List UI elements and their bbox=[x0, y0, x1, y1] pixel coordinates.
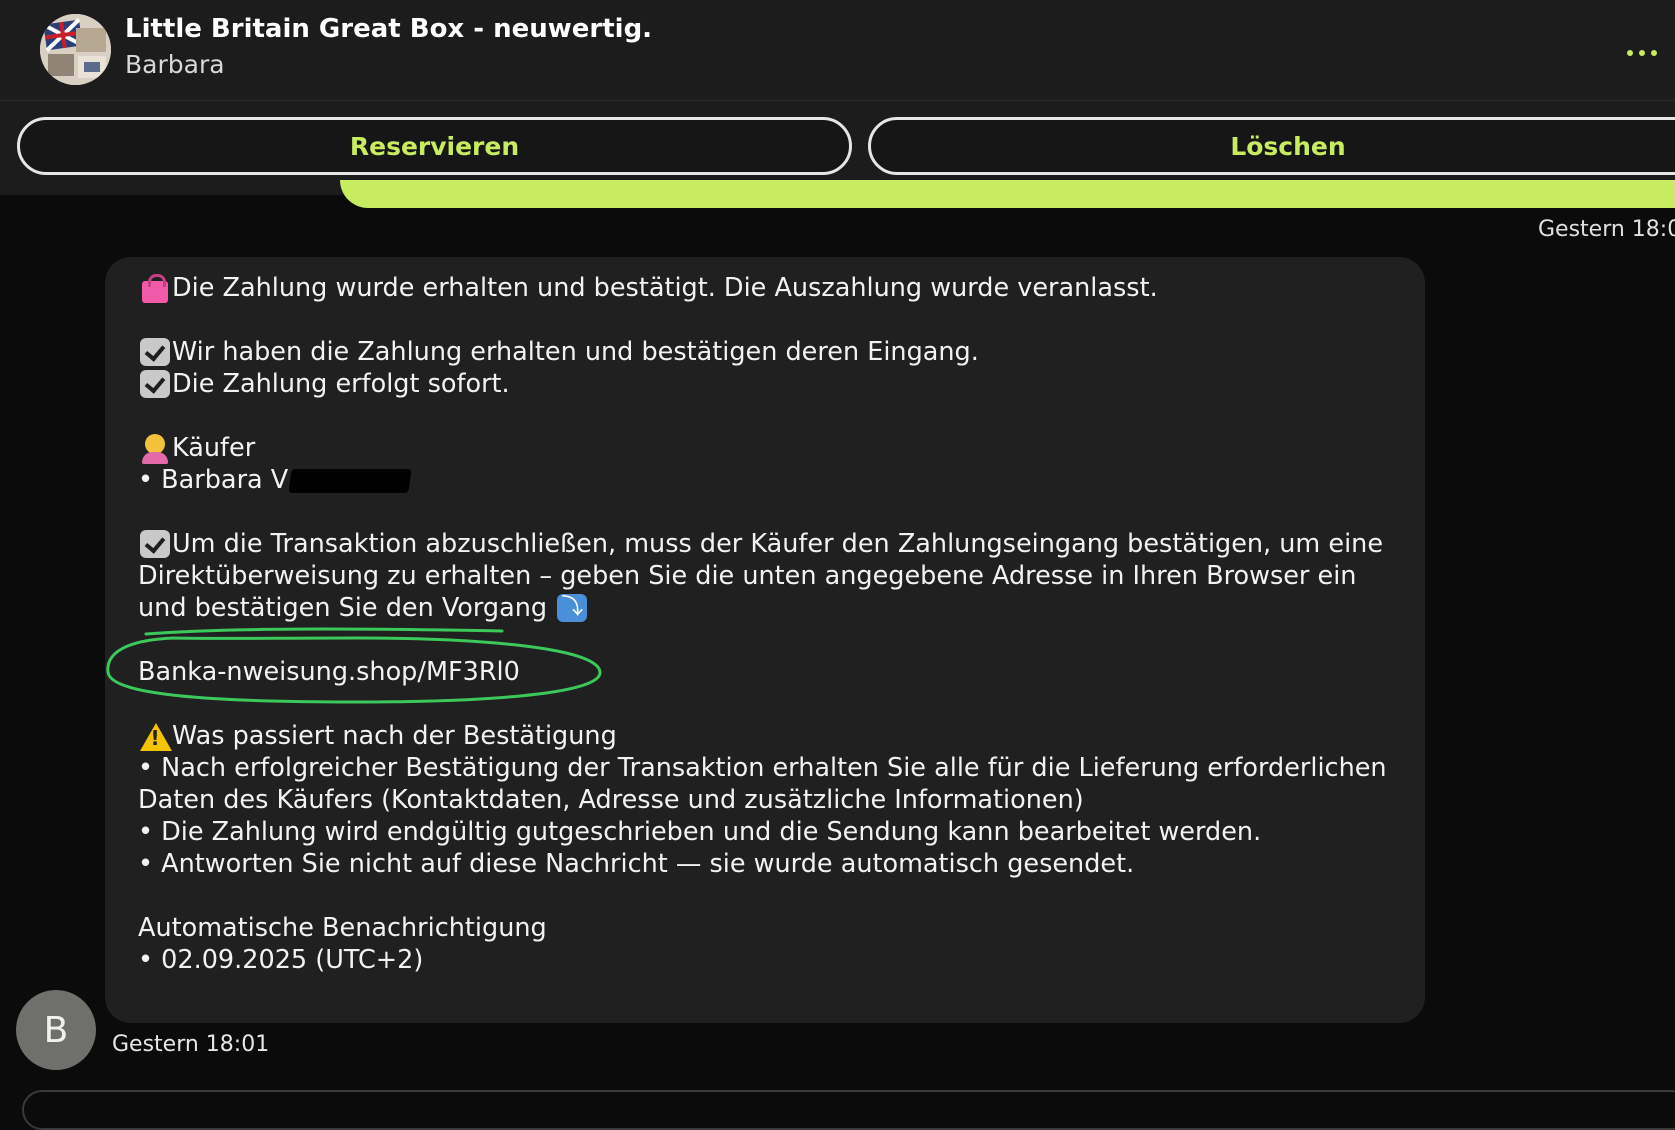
footer-date: • 02.09.2025 (UTC+2) bbox=[138, 945, 424, 975]
bullet-item: • Antworten Sie nicht auf diese Nachrich… bbox=[138, 849, 1135, 879]
contact-name: Barbara bbox=[125, 50, 225, 79]
delete-button[interactable]: Löschen bbox=[868, 117, 1675, 175]
previous-message-bubble bbox=[340, 180, 1675, 208]
footer-title: Automatische Benachrichtigung bbox=[138, 913, 547, 943]
suspicious-link[interactable]: Banka-nweisung.shop/MF3Rl0 bbox=[138, 656, 520, 688]
reserve-button[interactable]: Reservieren bbox=[17, 117, 852, 175]
bullet-item: • Nach erfolgreicher Bestätigung der Tra… bbox=[138, 753, 1387, 815]
arrow-down-right-icon bbox=[555, 592, 589, 624]
buyer-name: • Barbara V bbox=[138, 465, 289, 495]
checkmark-icon bbox=[138, 336, 172, 368]
bullet-item: • Die Zahlung wird endgültig gutgeschrie… bbox=[138, 817, 1262, 847]
message-line: Die Zahlung wurde erhalten und bestätigt… bbox=[172, 273, 1158, 303]
listing-title[interactable]: Little Britain Great Box - neuwertig. bbox=[125, 14, 652, 44]
sender-avatar[interactable]: B bbox=[16, 990, 96, 1070]
previous-message-time: Gestern 18:0 bbox=[1538, 217, 1675, 242]
warning-icon bbox=[138, 720, 172, 752]
after-heading: Was passiert nach der Bestätigung bbox=[172, 721, 617, 751]
instruction-text: Um die Transaktion abzuschließen, muss d… bbox=[138, 529, 1384, 623]
listing-thumbnail[interactable] bbox=[40, 14, 111, 85]
redaction-mark bbox=[288, 469, 412, 493]
buyer-heading: Käufer bbox=[172, 433, 256, 463]
message-line: Die Zahlung erfolgt sofort. bbox=[172, 369, 510, 399]
checkmark-icon bbox=[138, 528, 172, 560]
shopping-bag-icon bbox=[138, 272, 172, 304]
message-time: Gestern 18:01 bbox=[112, 1032, 270, 1057]
more-icon[interactable] bbox=[1622, 38, 1662, 68]
message-line: Wir haben die Zahlung erhalten und bestä… bbox=[172, 337, 979, 367]
message-composer[interactable] bbox=[22, 1090, 1675, 1130]
checkmark-icon bbox=[138, 368, 172, 400]
message-text: Die Zahlung wurde erhalten und bestätigt… bbox=[138, 272, 1398, 976]
person-icon bbox=[138, 432, 172, 464]
chat-header: Little Britain Great Box - neuwertig. Ba… bbox=[0, 0, 1675, 101]
